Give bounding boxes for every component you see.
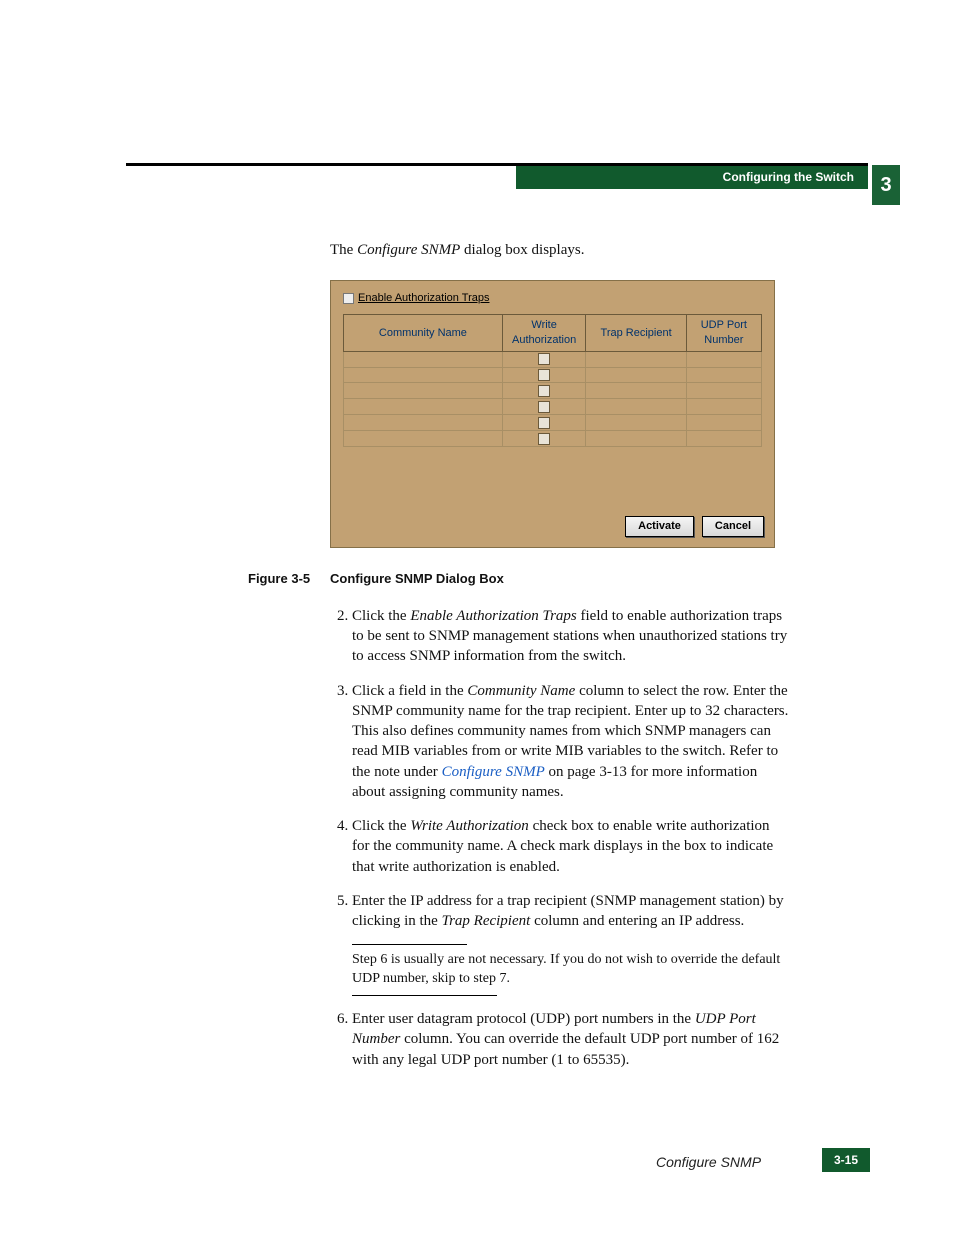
intro-suffix: dialog box displays. xyxy=(460,242,584,258)
enable-authorization-traps-label: Enable Authorization Traps xyxy=(358,291,489,306)
writeauth-checkbox-icon[interactable] xyxy=(538,433,550,445)
writeauth-checkbox-icon[interactable] xyxy=(538,401,550,413)
header-section-band: Configuring the Switch xyxy=(516,166,868,189)
table-row[interactable] xyxy=(344,431,762,447)
table-row[interactable] xyxy=(344,383,762,399)
col-community-name: Community Name xyxy=(344,315,503,352)
step-6: Enter user datagram protocol (UDP) port … xyxy=(352,1009,790,1070)
table-row[interactable] xyxy=(344,351,762,367)
figure-caption-label: Figure 3-5 xyxy=(248,570,330,588)
cell-udp[interactable] xyxy=(686,431,761,447)
cell-writeauth[interactable] xyxy=(502,415,586,431)
table-row[interactable] xyxy=(344,399,762,415)
footer-page-number: 3-15 xyxy=(822,1148,870,1172)
cell-trap[interactable] xyxy=(586,367,686,383)
cell-udp[interactable] xyxy=(686,415,761,431)
note-box: Step 6 is usually are not necessary. If … xyxy=(352,945,790,995)
intro-dialog-name: Configure SNMP xyxy=(357,242,460,258)
figure-caption: Figure 3-5 Configure SNMP Dialog Box xyxy=(248,570,790,588)
cell-udp[interactable] xyxy=(686,399,761,415)
cell-udp[interactable] xyxy=(686,383,761,399)
step-4: Click the Write Authorization check box … xyxy=(352,816,790,877)
enable-authorization-traps-checkbox[interactable] xyxy=(343,293,354,304)
cell-writeauth[interactable] xyxy=(502,351,586,367)
col-write-authorization: Write Authorization xyxy=(502,315,586,352)
intro-paragraph: The Configure SNMP dialog box displays. xyxy=(330,240,790,260)
step-3: Click a field in the Community Name colu… xyxy=(352,681,790,803)
steps-list: Click the Enable Authorization Traps fie… xyxy=(330,606,790,1070)
table-row[interactable] xyxy=(344,367,762,383)
chapter-number: 3 xyxy=(880,174,891,196)
cancel-button[interactable]: Cancel xyxy=(702,516,764,537)
cell-writeauth[interactable] xyxy=(502,383,586,399)
cell-community[interactable] xyxy=(344,431,503,447)
intro-prefix: The xyxy=(330,242,357,258)
chapter-tab: 3 xyxy=(872,165,900,205)
table-row[interactable] xyxy=(344,415,762,431)
configure-snmp-link[interactable]: Configure SNMP xyxy=(442,764,545,780)
cell-writeauth[interactable] xyxy=(502,367,586,383)
writeauth-checkbox-icon[interactable] xyxy=(538,353,550,365)
col-udp-port-number: UDP Port Number xyxy=(686,315,761,352)
cell-trap[interactable] xyxy=(586,415,686,431)
cell-trap[interactable] xyxy=(586,383,686,399)
writeauth-checkbox-icon[interactable] xyxy=(538,417,550,429)
cell-community[interactable] xyxy=(344,415,503,431)
writeauth-checkbox-icon[interactable] xyxy=(538,369,550,381)
cell-trap[interactable] xyxy=(586,431,686,447)
cell-trap[interactable] xyxy=(586,351,686,367)
cell-writeauth[interactable] xyxy=(502,431,586,447)
note-text: Step 6 is usually are not necessary. If … xyxy=(352,952,780,986)
step-5: Enter the IP address for a trap recipien… xyxy=(352,891,790,995)
activate-button[interactable]: Activate xyxy=(625,516,694,537)
cell-udp[interactable] xyxy=(686,367,761,383)
cell-community[interactable] xyxy=(344,399,503,415)
cell-community[interactable] xyxy=(344,367,503,383)
step-2: Click the Enable Authorization Traps fie… xyxy=(352,606,790,667)
cell-udp[interactable] xyxy=(686,351,761,367)
cell-writeauth[interactable] xyxy=(502,399,586,415)
enable-authorization-traps-row[interactable]: Enable Authorization Traps xyxy=(343,291,762,306)
cell-community[interactable] xyxy=(344,351,503,367)
dialog-button-row: Activate Cancel xyxy=(625,516,764,537)
figure-snmp-dialog: Enable Authorization Traps Community Nam… xyxy=(330,280,775,548)
table-header-row: Community Name Write Authorization Trap … xyxy=(344,315,762,352)
col-trap-recipient: Trap Recipient xyxy=(586,315,686,352)
snmp-table: Community Name Write Authorization Trap … xyxy=(343,314,762,447)
footer-section-title: Configure SNMP xyxy=(656,1154,761,1170)
header-section-title: Configuring the Switch xyxy=(723,170,854,184)
cell-community[interactable] xyxy=(344,383,503,399)
figure-caption-title: Configure SNMP Dialog Box xyxy=(330,570,504,588)
cell-trap[interactable] xyxy=(586,399,686,415)
writeauth-checkbox-icon[interactable] xyxy=(538,385,550,397)
